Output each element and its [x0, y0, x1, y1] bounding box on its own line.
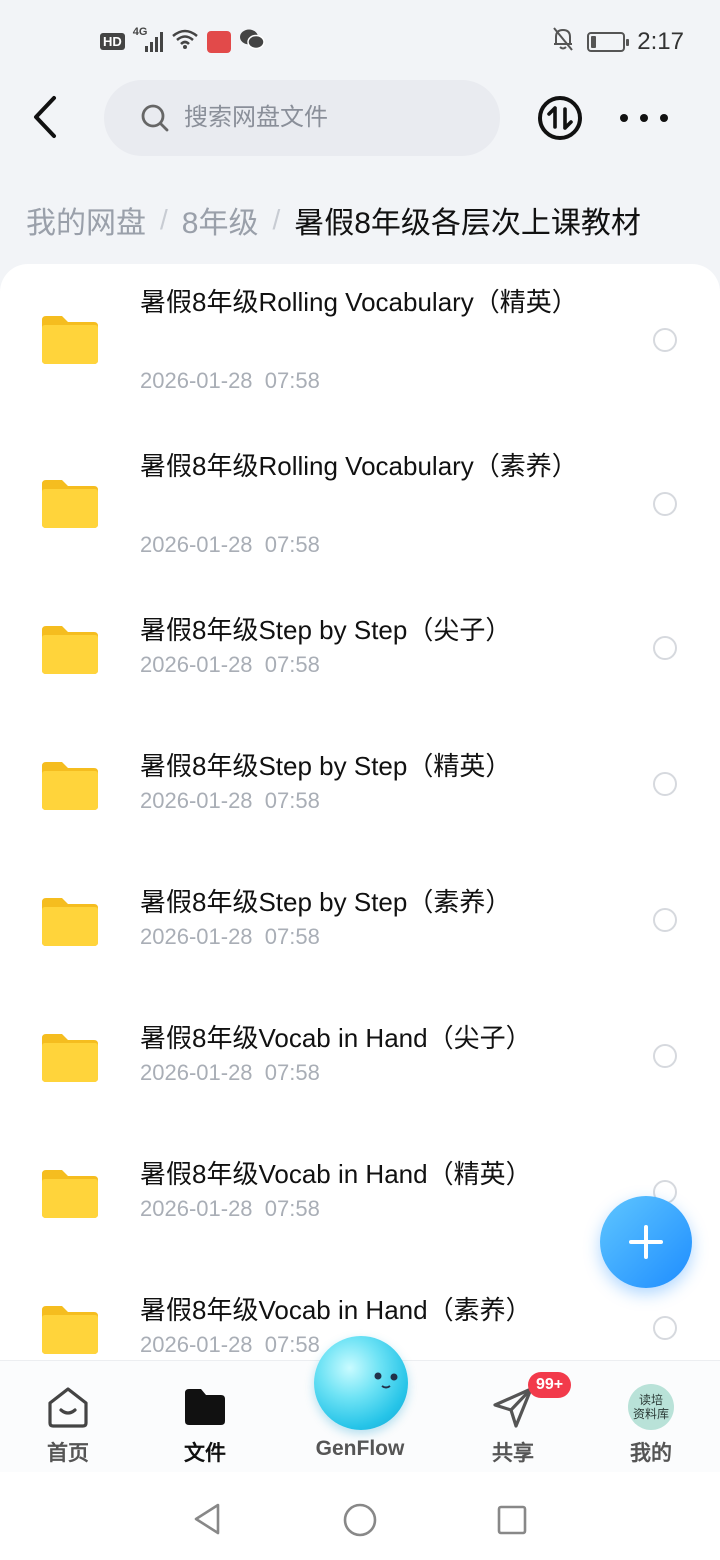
search-input[interactable] — [184, 104, 484, 132]
file-modified-time: 2026-01-28 07:58 — [140, 1196, 320, 1221]
tab-home-label: 首页 — [47, 1442, 89, 1465]
file-name: 暑假8年级Rolling Vocabulary（素养） — [140, 451, 578, 481]
more-menu-button[interactable] — [620, 104, 668, 132]
folder-icon — [40, 478, 100, 530]
file-name: 暑假8年级Rolling Vocabulary（精英） — [140, 287, 578, 317]
breadcrumb-separator: / — [272, 204, 281, 235]
app-notification-icon — [206, 30, 231, 53]
add-button[interactable] — [600, 1196, 692, 1288]
file-modified-time: 2026-01-28 07:58 — [140, 1332, 320, 1357]
select-radio[interactable] — [653, 908, 677, 932]
search-bar[interactable] — [104, 80, 500, 156]
folder-icon — [40, 314, 100, 366]
search-icon — [141, 104, 169, 132]
chevron-left-icon — [34, 96, 56, 138]
folder-icon — [40, 896, 100, 948]
share-badge: 99+ — [528, 1372, 572, 1398]
select-radio[interactable] — [653, 492, 677, 516]
avatar[interactable]: 读培 资料库 — [628, 1384, 674, 1430]
tab-files[interactable]: 文件 — [145, 1361, 265, 1473]
status-left: HD 4G — [100, 26, 265, 55]
select-radio[interactable] — [653, 1316, 677, 1340]
transfer-button[interactable] — [536, 94, 584, 142]
folder-icon — [185, 1389, 225, 1425]
file-name: 暑假8年级Step by Step（素养） — [140, 887, 512, 917]
file-row[interactable]: 暑假8年级Vocab in Hand（尖子） 2026-01-28 07:58 — [0, 1000, 720, 1136]
avatar-text-line: 资料库 — [632, 1407, 669, 1421]
more-dot-icon — [620, 114, 628, 122]
file-name: 暑假8年级Step by Step（精英） — [140, 751, 512, 781]
folder-icon — [40, 1032, 100, 1084]
tab-files-label: 文件 — [184, 1442, 226, 1465]
wechat-icon — [239, 28, 265, 55]
file-modified-time: 2026-01-28 07:58 — [140, 1060, 320, 1085]
file-row[interactable]: 暑假8年级Step by Step（素养） 2026-01-28 07:58 — [0, 864, 720, 1000]
signal-icon: 4G — [133, 26, 163, 54]
network-type-label: 4G — [132, 25, 148, 38]
status-right: 2:17 — [551, 26, 684, 57]
file-modified-time: 2026-01-28 07:58 — [140, 532, 320, 557]
avatar-text-line: 读培 — [638, 1393, 663, 1407]
file-modified-time: 2026-01-28 07:58 — [140, 652, 320, 677]
breadcrumb-current: 暑假8年级各层次上课教材 — [294, 207, 641, 240]
tab-me-label: 我的 — [630, 1442, 672, 1465]
file-name: 暑假8年级Vocab in Hand（尖子） — [140, 1023, 532, 1053]
genflow-face-icon — [374, 1372, 398, 1389]
file-row[interactable]: 暑假8年级Step by Step（尖子） 2026-01-28 07:58 — [0, 592, 720, 728]
status-bar: HD 4G 2:17 — [0, 0, 720, 84]
select-radio[interactable] — [653, 1044, 677, 1068]
home-icon — [48, 1387, 88, 1428]
clock: 2:17 — [637, 27, 684, 55]
battery-fill — [591, 35, 597, 48]
tab-share-label: 共享 — [492, 1442, 534, 1465]
select-radio[interactable] — [653, 636, 677, 660]
file-name: 暑假8年级Vocab in Hand（精英） — [140, 1159, 532, 1189]
breadcrumb-parent[interactable]: 8年级 — [182, 198, 259, 242]
breadcrumb-root[interactable]: 我的网盘 — [26, 198, 146, 242]
genflow-orb-icon[interactable] — [314, 1336, 408, 1430]
more-dot-icon — [640, 114, 648, 122]
back-button[interactable] — [26, 94, 66, 140]
nav-home-icon[interactable] — [342, 1502, 378, 1538]
file-modified-time: 2026-01-28 07:58 — [140, 788, 320, 813]
hd-indicator: HD — [100, 33, 125, 50]
select-radio[interactable] — [653, 328, 677, 352]
transfer-arrows-icon — [538, 96, 582, 140]
folder-icon — [40, 1168, 100, 1220]
select-radio[interactable] — [653, 772, 677, 796]
breadcrumb-separator: / — [160, 204, 168, 235]
more-dot-icon — [660, 114, 668, 122]
folder-icon — [40, 760, 100, 812]
folder-icon — [40, 624, 100, 676]
file-name: 暑假8年级Step by Step（尖子） — [140, 615, 512, 645]
file-modified-time: 2026-01-28 07:58 — [140, 924, 320, 949]
folder-icon — [40, 1304, 100, 1356]
file-name: 暑假8年级Vocab in Hand（素养） — [140, 1295, 532, 1325]
file-row[interactable]: 暑假8年级Rolling Vocabulary（素养） 2026-01-28 07… — [0, 428, 720, 592]
breadcrumb: 我的网盘 / 8年级 / 暑假8年级各层次上课教材 — [26, 196, 641, 244]
file-list: 暑假8年级Rolling Vocabulary（精英） 2026-01-28 07… — [0, 264, 720, 1360]
mute-bell-icon — [551, 26, 575, 57]
file-modified-time: 2026-01-28 07:58 — [140, 368, 320, 393]
system-nav-bar — [0, 1472, 720, 1560]
wifi-icon — [171, 28, 199, 55]
battery-icon — [587, 31, 630, 52]
nav-recents-icon[interactable] — [496, 1504, 528, 1536]
tab-genflow-label: GenFlow — [315, 1437, 405, 1460]
plus-icon — [629, 1225, 663, 1259]
file-row[interactable]: 暑假8年级Rolling Vocabulary（精英） 2026-01-28 07… — [0, 264, 720, 428]
nav-back-icon[interactable] — [190, 1502, 224, 1536]
tab-home[interactable]: 首页 — [8, 1361, 128, 1473]
file-row[interactable]: 暑假8年级Step by Step（精英） 2026-01-28 07:58 — [0, 728, 720, 864]
